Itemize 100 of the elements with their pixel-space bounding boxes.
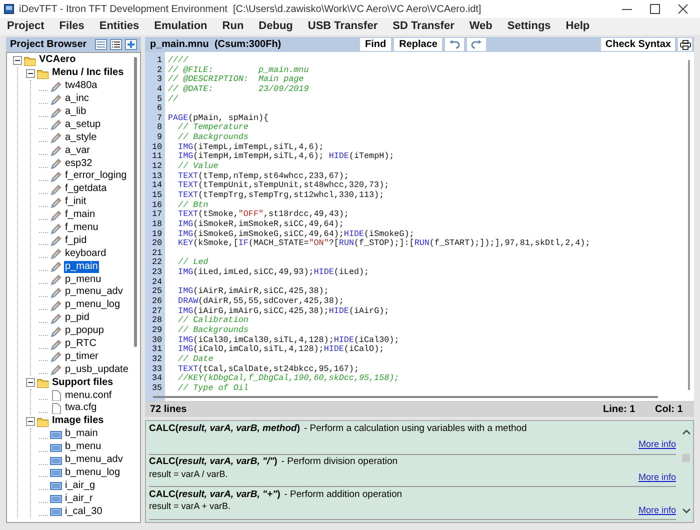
- tree-item[interactable]: Support files: [51, 376, 114, 389]
- tree-item[interactable]: b_menu_log: [64, 466, 122, 479]
- tree-item[interactable]: a_lib: [64, 106, 88, 118]
- tree-item[interactable]: p_popup: [64, 325, 105, 338]
- tree-item[interactable]: f_main: [64, 209, 96, 222]
- image-icon: [50, 506, 62, 518]
- tree-item[interactable]: p_menu_adv: [64, 286, 124, 298]
- app-icon: [4, 4, 14, 14]
- printer-icon: [680, 40, 690, 50]
- cursor-line: Line: 1: [603, 403, 636, 417]
- tree-item[interactable]: p_main: [64, 260, 99, 273]
- tree-item[interactable]: b_menu_adv: [64, 454, 124, 466]
- list-view-icon[interactable]: [110, 39, 122, 50]
- collapse-icon[interactable]: [26, 378, 35, 388]
- tree-item[interactable]: f_getdata: [64, 183, 108, 196]
- tree-item[interactable]: i_air_g: [64, 480, 96, 492]
- scroll-down-icon[interactable]: [682, 508, 690, 514]
- print-button[interactable]: [678, 38, 692, 51]
- line-number: 10: [150, 142, 163, 152]
- code-line: IMG(iAirG,imAirG,siCC,425,38);HIDE(iAirG);: [177, 306, 390, 316]
- collapse-icon[interactable]: [26, 416, 35, 426]
- line-number: 35: [150, 384, 163, 394]
- add-icon[interactable]: [125, 39, 137, 50]
- pencil-icon: [50, 222, 62, 234]
- tree-item[interactable]: esp32: [64, 158, 94, 170]
- code-line: IMG(iTempL,imTempL,siTL,4,6);: [177, 142, 325, 152]
- menu-item[interactable]: USB Transfer: [308, 18, 378, 35]
- tree-item[interactable]: twa.cfg: [64, 402, 98, 414]
- more-info-link[interactable]: More info: [638, 504, 676, 518]
- line-number: 6: [156, 104, 163, 114]
- line-number: 3: [156, 75, 163, 85]
- tree-item[interactable]: a_inc: [64, 93, 90, 106]
- collapse-icon[interactable]: [26, 68, 35, 78]
- line-number: 5: [156, 94, 163, 104]
- tree-item[interactable]: p_menu_log: [64, 299, 122, 312]
- menu-item[interactable]: Web: [469, 18, 492, 35]
- tree-item[interactable]: i_cal_30: [64, 506, 104, 518]
- tree-item[interactable]: VCAero: [38, 54, 77, 66]
- check-syntax-button[interactable]: Check Syntax: [601, 38, 675, 51]
- collapse-icon[interactable]: [13, 56, 22, 65]
- tree-item[interactable]: menu.conf: [64, 390, 113, 402]
- scroll-up-icon[interactable]: [682, 429, 690, 435]
- tree-item[interactable]: f_pid: [64, 234, 88, 247]
- tree-item[interactable]: a_setup: [64, 118, 102, 131]
- code-editor[interactable]: [145, 52, 694, 402]
- code-line: TEXT(tTemp,nTemp,st64whcc,233,67);: [177, 172, 349, 181]
- code-line: // Date: [177, 354, 214, 364]
- line-number: 11: [150, 152, 163, 162]
- tree-item[interactable]: a_style: [64, 132, 98, 144]
- tree-item[interactable]: p_pid: [64, 312, 90, 324]
- tree-item[interactable]: p_usb_update: [64, 364, 130, 376]
- tree-item[interactable]: p_menu: [64, 274, 102, 286]
- undo-button[interactable]: [445, 38, 464, 51]
- line-number: 31: [150, 345, 163, 355]
- close-icon[interactable]: [678, 4, 688, 14]
- code-line: //KEY(kDbgCal,f_DbgCal,190,60,skDcc,95,158);: [177, 374, 400, 384]
- function-signature: CALC(result, varA, varB, "+"): [149, 488, 280, 502]
- tree-item[interactable]: p_RTC: [64, 338, 98, 350]
- scrollbar[interactable]: [134, 57, 137, 347]
- toolbar-button[interactable]: Find: [360, 38, 392, 51]
- pencil-icon: [50, 312, 62, 324]
- pencil-icon: [50, 106, 62, 118]
- toolbar-button[interactable]: Replace: [394, 38, 442, 51]
- tree-item[interactable]: keyboard: [64, 248, 108, 260]
- pencil-icon: [50, 338, 62, 350]
- menu-item[interactable]: Project: [7, 18, 44, 35]
- line-number: 23: [150, 268, 163, 278]
- tree-item[interactable]: f_menu: [64, 222, 100, 234]
- menu-item[interactable]: Help: [566, 18, 590, 35]
- redo-button[interactable]: [467, 38, 486, 51]
- menu-item[interactable]: Files: [59, 18, 84, 35]
- tree-item[interactable]: b_main: [64, 428, 99, 440]
- tree-item[interactable]: f_error_loging: [64, 170, 128, 182]
- tree-item[interactable]: a_var: [64, 144, 92, 157]
- scrollbar[interactable]: [688, 60, 690, 390]
- tree-item[interactable]: p_timer: [64, 350, 100, 363]
- menu-item[interactable]: Settings: [507, 18, 551, 35]
- scrollbar[interactable]: [682, 454, 690, 462]
- function-signature: CALC(result, varA, varB, "/"): [149, 455, 278, 470]
- menu-item[interactable]: Entities: [99, 18, 140, 35]
- menu-item[interactable]: Run: [222, 18, 244, 35]
- more-info-link[interactable]: More info: [638, 438, 676, 452]
- menu-item[interactable]: Debug: [258, 18, 293, 35]
- tree-item[interactable]: f_init: [64, 196, 88, 208]
- pencil-icon: [50, 210, 62, 221]
- image-icon: [50, 467, 62, 478]
- tree-item[interactable]: i_air_r: [64, 492, 94, 505]
- menu-item[interactable]: Emulation: [154, 18, 208, 35]
- maximize-icon[interactable]: [650, 4, 660, 14]
- more-info-link[interactable]: More info: [638, 470, 676, 484]
- line-number: 30: [150, 336, 163, 345]
- code-line: // @DATE: 23/09/2019: [168, 84, 310, 94]
- tree-item[interactable]: Image files: [51, 415, 105, 428]
- tree-item[interactable]: tw480a: [64, 80, 98, 92]
- tree-item[interactable]: Menu / Inc files: [51, 67, 125, 80]
- code-line: IMG(iSmokeR,imSmokeR,siCC,49,64);: [177, 220, 345, 230]
- tree-item[interactable]: b_menu: [64, 441, 102, 454]
- menu-item[interactable]: SD Transfer: [392, 18, 454, 35]
- scrollbar[interactable]: [153, 396, 658, 398]
- code-line: TEXT(tSmoke,"OFF",st18rdcc,49,43);: [177, 210, 350, 220]
